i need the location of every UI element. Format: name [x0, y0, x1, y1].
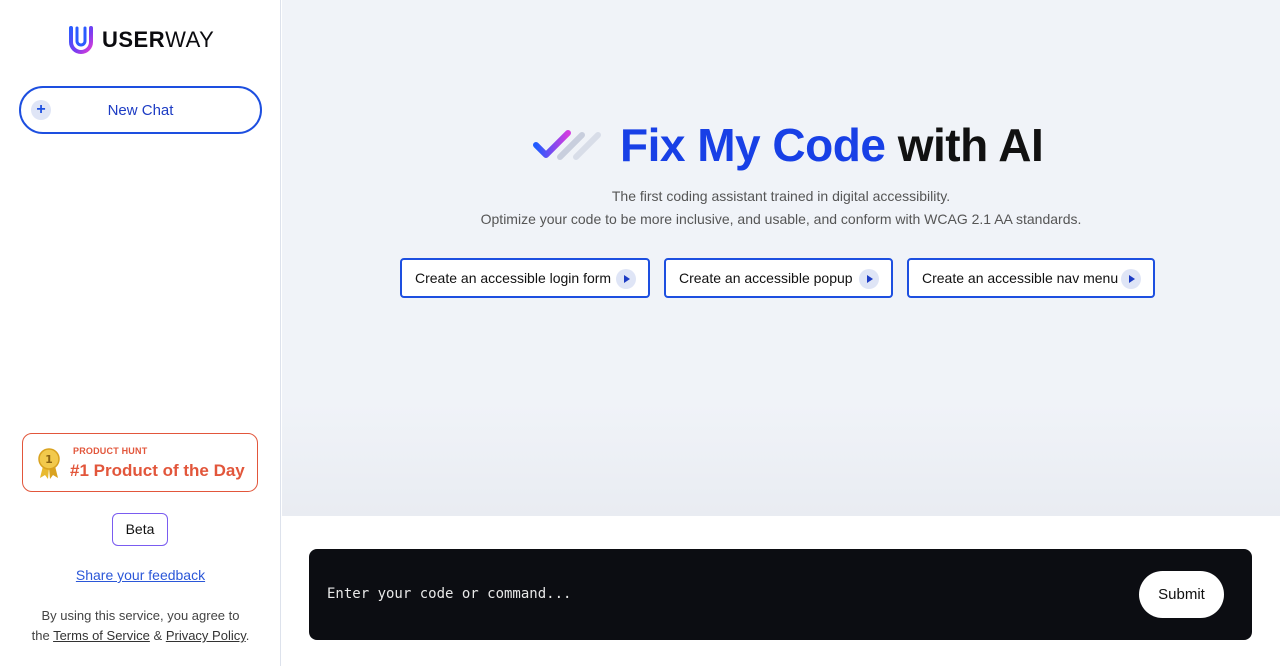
product-of-day-text: #1 Product of the Day	[70, 461, 245, 480]
plus-icon: +	[31, 100, 51, 120]
suggestion-nav-menu[interactable]: Create an accessible nav menu	[907, 258, 1155, 298]
terms-suffix: .	[245, 628, 250, 643]
userway-logo[interactable]: USERWAY	[68, 26, 214, 54]
subtitle-line2: Optimize your code to be more inclusive,…	[480, 211, 1082, 227]
hero-title: Fix My Code with AI	[620, 118, 1044, 172]
checkmarks-icon	[533, 130, 601, 160]
beta-badge: Beta	[112, 513, 168, 546]
play-icon	[616, 269, 636, 289]
userway-logo-icon	[69, 26, 93, 54]
new-chat-label: New Chat	[107, 101, 174, 119]
logo-text-way: WAY	[165, 27, 215, 52]
play-icon	[859, 269, 879, 289]
suggestion-label: Create an accessible nav menu	[922, 270, 1119, 286]
submit-button[interactable]: Submit	[1139, 571, 1224, 618]
new-chat-button[interactable]: + New Chat	[19, 86, 262, 134]
product-hunt-label: PRODUCT HUNT	[73, 446, 148, 456]
product-hunt-badge[interactable]: 1 PRODUCT HUNT #1 Product of the Day	[22, 433, 258, 492]
terms-of-service-link[interactable]: Terms of Service	[53, 628, 150, 643]
logo-text: USERWAY	[102, 27, 214, 53]
medal-icon: 1	[38, 448, 60, 479]
sidebar: USERWAY + New Chat 1 PRODUCT HUNT #1 Pro…	[0, 0, 281, 666]
subtitle-line1: The first coding assistant trained in di…	[611, 188, 951, 204]
hero-title-rest: with AI	[897, 119, 1044, 171]
play-icon	[1121, 269, 1141, 289]
privacy-policy-link[interactable]: Privacy Policy	[166, 628, 246, 643]
terms-amp: &	[153, 628, 163, 643]
main-area: Fix My Code with AI The first coding ass…	[282, 0, 1280, 516]
code-command-input[interactable]	[327, 582, 1107, 606]
suggestion-label: Create an accessible popup	[679, 270, 853, 286]
suggestion-login-form[interactable]: Create an accessible login form	[400, 258, 650, 298]
command-bar: Submit	[309, 549, 1252, 640]
suggestion-popup[interactable]: Create an accessible popup	[664, 258, 893, 298]
input-area: Submit	[282, 516, 1280, 666]
terms-prefix: the	[31, 628, 50, 643]
terms-line1: By using this service, you agree to	[41, 608, 240, 623]
share-feedback-link[interactable]: Share your feedback	[0, 567, 281, 583]
svg-text:1: 1	[45, 453, 53, 466]
terms-line2: the Terms of Service & Privacy Policy.	[0, 626, 281, 646]
logo-text-user: USER	[102, 27, 166, 52]
suggestion-label: Create an accessible login form	[415, 270, 612, 286]
terms-notice: By using this service, you agree to the …	[0, 606, 281, 646]
hero-title-blue: Fix My Code	[620, 119, 886, 171]
hero-heading: Fix My Code with AI	[532, 118, 1044, 172]
